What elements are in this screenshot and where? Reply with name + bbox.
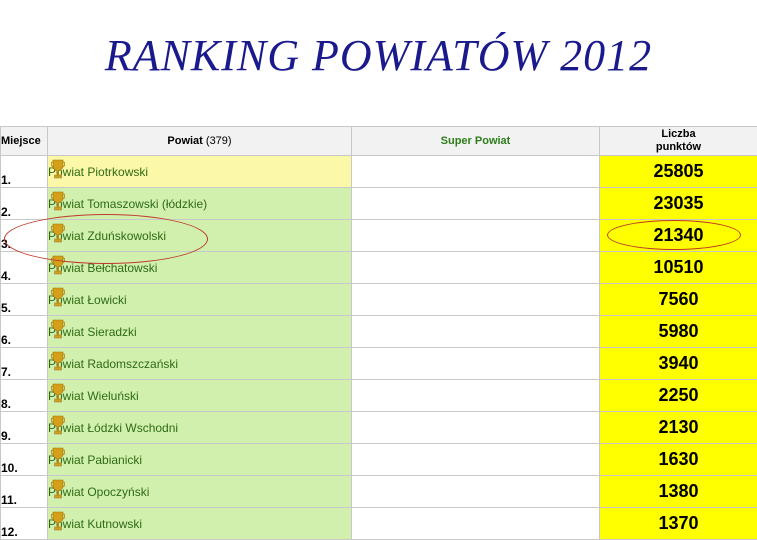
rank-cell: 4. xyxy=(1,252,48,284)
header-points[interactable]: Liczbapunktów xyxy=(600,127,757,156)
super-powiat-cell xyxy=(352,380,600,412)
table-row: 1. Powiat Piotrkowski 25805 xyxy=(1,156,757,188)
rank-cell: 2. xyxy=(1,188,48,220)
table-row: 3. Powiat Zduńskowolski 21340 xyxy=(1,220,757,252)
rank-cell: 3. xyxy=(1,220,48,252)
trophy-icon xyxy=(51,447,65,469)
powiat-cell[interactable]: Powiat Wieluński xyxy=(48,380,352,412)
powiat-cell[interactable]: Powiat Bełchatowski xyxy=(48,252,352,284)
points-cell: 2250 xyxy=(600,380,757,412)
rank-cell: 7. xyxy=(1,348,48,380)
powiat-cell[interactable]: Powiat Pabianicki xyxy=(48,444,352,476)
table-row: 7. Powiat Radomszczański 3940 xyxy=(1,348,757,380)
trophy-icon xyxy=(51,287,65,309)
table-row: 11. Powiat Opoczyński 1380 xyxy=(1,476,757,508)
powiat-cell[interactable]: Powiat Piotrkowski xyxy=(48,156,352,188)
points-cell: 3940 xyxy=(600,348,757,380)
trophy-icon xyxy=(51,191,65,213)
powiat-name[interactable]: Powiat Tomaszowski (łódzkie) xyxy=(48,197,207,211)
powiat-cell[interactable]: Powiat Sieradzki xyxy=(48,316,352,348)
super-powiat-cell xyxy=(352,348,600,380)
table-row: 9. Powiat Łódzki Wschodni 2130 xyxy=(1,412,757,444)
powiat-cell[interactable]: Powiat Łódzki Wschodni xyxy=(48,412,352,444)
super-powiat-cell xyxy=(352,188,600,220)
super-powiat-cell xyxy=(352,284,600,316)
rank-cell: 12. xyxy=(1,508,48,540)
header-powiat-label: Powiat xyxy=(167,135,202,147)
points-cell: 1370 xyxy=(600,508,757,540)
points-cell: 21340 xyxy=(600,220,757,252)
powiat-name[interactable]: Powiat Radomszczański xyxy=(48,357,178,371)
table-row: 6. Powiat Sieradzki 5980 xyxy=(1,316,757,348)
powiat-name[interactable]: Powiat Zduńskowolski xyxy=(48,229,166,243)
rank-number: 12. xyxy=(1,525,18,539)
powiat-cell[interactable]: Powiat Opoczyński xyxy=(48,476,352,508)
rank-number: 6. xyxy=(1,333,11,347)
header-super-powiat[interactable]: Super Powiat xyxy=(352,127,600,156)
powiat-name[interactable]: Powiat Łódzki Wschodni xyxy=(48,421,178,435)
super-powiat-cell xyxy=(352,508,600,540)
super-powiat-cell xyxy=(352,476,600,508)
page-title: RANKING POWIATÓW 2012 xyxy=(0,30,757,81)
rank-cell: 9. xyxy=(1,412,48,444)
rank-number: 4. xyxy=(1,269,11,283)
powiat-cell[interactable]: Powiat Kutnowski xyxy=(48,508,352,540)
points-cell: 23035 xyxy=(600,188,757,220)
rank-number: 9. xyxy=(1,429,11,443)
rank-number: 11. xyxy=(1,493,17,507)
rank-cell: 1. xyxy=(1,156,48,188)
points-cell: 25805 xyxy=(600,156,757,188)
table-row: 10. Powiat Pabianicki 1630 xyxy=(1,444,757,476)
trophy-icon xyxy=(51,383,65,405)
trophy-icon xyxy=(51,319,65,341)
rank-number: 10. xyxy=(1,461,18,475)
powiat-cell[interactable]: Powiat Zduńskowolski xyxy=(48,220,352,252)
trophy-icon xyxy=(51,479,65,501)
points-cell: 7560 xyxy=(600,284,757,316)
table-row: 8. Powiat Wieluński 2250 xyxy=(1,380,757,412)
table-row: 5. Powiat Łowicki 7560 xyxy=(1,284,757,316)
rank-cell: 5. xyxy=(1,284,48,316)
trophy-icon xyxy=(51,223,65,245)
powiat-cell[interactable]: Powiat Radomszczański xyxy=(48,348,352,380)
powiat-cell[interactable]: Powiat Tomaszowski (łódzkie) xyxy=(48,188,352,220)
powiat-cell[interactable]: Powiat Łowicki xyxy=(48,284,352,316)
trophy-icon xyxy=(51,351,65,373)
ranking-table: Miejsce Powiat (379) Super Powiat Liczba… xyxy=(0,126,757,540)
trophy-icon xyxy=(51,159,65,181)
header-points-line1: Liczba xyxy=(661,128,695,140)
rank-number: 1. xyxy=(1,173,11,187)
points-cell: 2130 xyxy=(600,412,757,444)
header-powiat-count: (379) xyxy=(206,135,232,147)
super-powiat-cell xyxy=(352,316,600,348)
super-powiat-cell xyxy=(352,220,600,252)
table-row: 4. Powiat Bełchatowski 10510 xyxy=(1,252,757,284)
super-powiat-cell xyxy=(352,156,600,188)
header-powiat[interactable]: Powiat (379) xyxy=(48,127,352,156)
rank-cell: 10. xyxy=(1,444,48,476)
header-place[interactable]: Miejsce xyxy=(1,127,48,156)
table-row: 12. Powiat Kutnowski 1370 xyxy=(1,508,757,540)
super-powiat-cell xyxy=(352,412,600,444)
trophy-icon xyxy=(51,511,65,533)
header-points-line2: punktów xyxy=(656,141,701,153)
rank-number: 8. xyxy=(1,397,11,411)
rank-cell: 8. xyxy=(1,380,48,412)
rank-number: 7. xyxy=(1,365,11,379)
super-powiat-cell xyxy=(352,252,600,284)
rank-number: 2. xyxy=(1,205,11,219)
points-cell: 5980 xyxy=(600,316,757,348)
points-cell: 1380 xyxy=(600,476,757,508)
rank-cell: 11. xyxy=(1,476,48,508)
rank-number: 5. xyxy=(1,301,11,315)
table-row: 2. Powiat Tomaszowski (łódzkie) 23035 xyxy=(1,188,757,220)
rank-cell: 6. xyxy=(1,316,48,348)
rank-number: 3. xyxy=(1,237,11,251)
table-header-row: Miejsce Powiat (379) Super Powiat Liczba… xyxy=(1,127,757,156)
points-cell: 1630 xyxy=(600,444,757,476)
points-cell: 10510 xyxy=(600,252,757,284)
trophy-icon xyxy=(51,415,65,437)
super-powiat-cell xyxy=(352,444,600,476)
trophy-icon xyxy=(51,255,65,277)
